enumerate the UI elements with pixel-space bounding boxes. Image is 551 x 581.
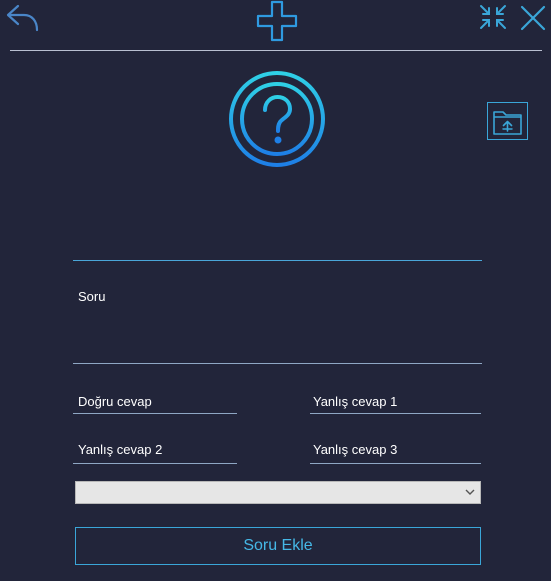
question-underline [73, 363, 482, 364]
chevron-down-icon [465, 489, 475, 495]
plus-icon [256, 0, 298, 42]
wrong-answer-2-field[interactable]: Yanlış cevap 2 [78, 442, 162, 457]
folder-upload-icon [493, 111, 522, 135]
back-button[interactable] [4, 2, 40, 34]
question-field[interactable]: Soru [78, 289, 105, 304]
upload-image-button[interactable] [487, 102, 528, 140]
minimize-button[interactable] [478, 3, 508, 31]
wrong-answer-2-underline [73, 463, 237, 464]
header-divider [10, 50, 542, 51]
wrong-answer-3-underline [310, 463, 481, 464]
question-top-line [73, 260, 482, 261]
category-select[interactable] [75, 481, 481, 504]
wrong-answer-1-underline [310, 413, 481, 414]
add-question-window: Soru Doğru cevap Yanlış cevap 1 Yanlış c… [0, 0, 551, 581]
back-arrow-icon [6, 4, 39, 32]
wrong-answer-1-field[interactable]: Yanlış cevap 1 [313, 394, 397, 409]
close-button[interactable] [518, 3, 548, 33]
collapse-icon [480, 5, 506, 29]
correct-answer-field[interactable]: Doğru cevap [78, 394, 152, 409]
question-mark-icon [228, 70, 326, 168]
close-icon [520, 5, 546, 31]
add-button[interactable] [253, 0, 301, 44]
add-question-button[interactable]: Soru Ekle [75, 527, 481, 565]
correct-answer-underline [73, 413, 237, 414]
wrong-answer-3-field[interactable]: Yanlış cevap 3 [313, 442, 397, 457]
